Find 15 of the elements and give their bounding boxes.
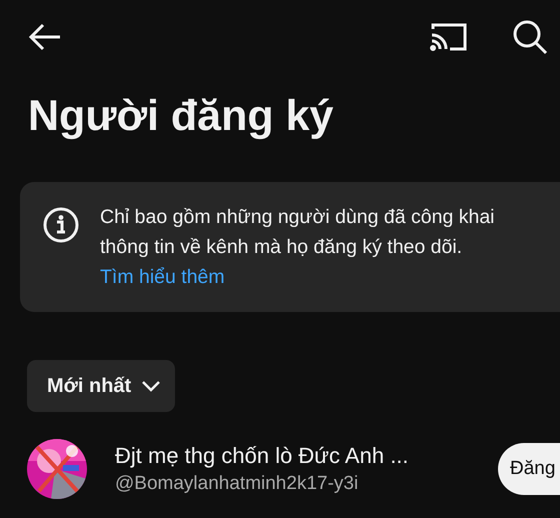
- learn-more-link[interactable]: Tìm hiểu thêm: [100, 266, 225, 288]
- chevron-down-icon: [141, 380, 162, 392]
- cast-icon: [430, 21, 468, 53]
- search-icon: [512, 19, 548, 55]
- cast-button[interactable]: [430, 21, 468, 53]
- search-button[interactable]: [512, 19, 548, 55]
- back-button[interactable]: [28, 23, 62, 51]
- subscribe-button[interactable]: Đăng: [498, 443, 560, 495]
- info-icon: [42, 206, 80, 244]
- back-arrow-icon: [28, 23, 62, 51]
- page-title: Người đăng ký: [28, 91, 334, 142]
- channel-name: Đjt mẹ thg chốn lò Đức Anh ...: [115, 443, 410, 469]
- sort-dropdown[interactable]: Mới nhất: [27, 360, 176, 412]
- channel-handle: @Bomaylanhatminh2k17-y3i: [115, 473, 360, 495]
- info-text: Chỉ bao gồm những người dùng đã công khai thông tin về kênh mà họ đăng ký theo dõi. Tìm hiểu thêm: [100, 205, 496, 290]
